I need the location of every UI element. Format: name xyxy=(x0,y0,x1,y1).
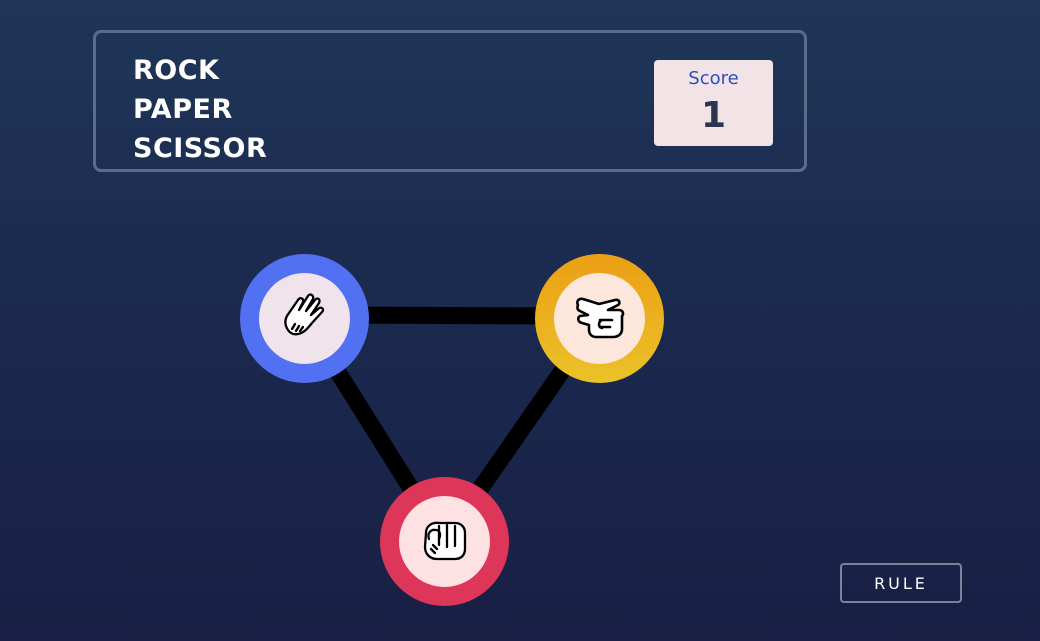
scissor-hand-icon xyxy=(572,292,628,346)
scissor-choice-button[interactable] xyxy=(535,254,664,383)
rock-fist-icon xyxy=(417,515,473,569)
scissor-choice-inner xyxy=(554,273,645,364)
paper-choice-button[interactable] xyxy=(240,254,369,383)
paper-choice-inner xyxy=(259,273,350,364)
rule-button[interactable]: RULE xyxy=(840,563,962,603)
rock-choice-inner xyxy=(399,496,490,587)
triangle-connector xyxy=(296,306,606,546)
paper-hand-icon xyxy=(278,290,332,348)
rock-choice-button[interactable] xyxy=(380,477,509,606)
